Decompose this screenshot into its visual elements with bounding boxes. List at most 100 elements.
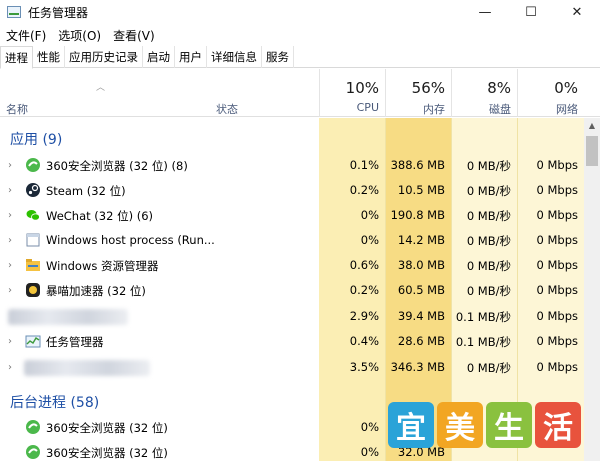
memory-value: 190.8 MB xyxy=(390,208,445,222)
process-name: Windows host process (Run... xyxy=(46,233,215,247)
group-apps-heading[interactable]: 应用 (9) xyxy=(10,129,62,149)
network-value: 0 Mbps xyxy=(536,208,579,222)
redacted-name xyxy=(24,360,150,376)
watermark-char: 美 xyxy=(437,402,483,448)
expand-chevron-icon[interactable]: › xyxy=(8,362,12,373)
task-manager-icon xyxy=(25,335,41,348)
cpu-value: 3.5% xyxy=(349,360,379,374)
tab-services[interactable]: 服务 xyxy=(262,46,294,68)
process-row[interactable]: 2.9% 39.4 MB 0.1 MB/秒 0 Mbps xyxy=(0,304,584,329)
network-label: 网络 xyxy=(556,103,578,116)
memory-value: 388.6 MB xyxy=(390,158,445,172)
window-title: 任务管理器 xyxy=(28,5,89,20)
title-bar: 任务管理器 — ☐ ✕ xyxy=(0,0,600,24)
sort-up-icon[interactable]: ︿ xyxy=(96,80,105,93)
memory-value: 39.4 MB xyxy=(397,309,445,323)
minimize-button[interactable]: — xyxy=(462,0,508,24)
process-name: 暴喵加速器 (32 位) xyxy=(46,284,146,298)
network-value: 0 Mbps xyxy=(536,158,579,172)
watermark-logo: 宜 美 生 活 xyxy=(388,402,584,452)
header-cpu[interactable]: 10% CPU xyxy=(319,69,385,117)
process-name: 任务管理器 xyxy=(46,335,104,349)
header-network[interactable]: 0% 网络 xyxy=(517,69,584,117)
process-name: WeChat (32 位) (6) xyxy=(46,209,154,223)
redacted-name xyxy=(8,309,128,325)
menu-options[interactable]: 选项(O) xyxy=(52,27,107,44)
expand-chevron-icon[interactable]: › xyxy=(8,235,12,246)
process-name: 360安全浏览器 (32 位) (8) xyxy=(46,159,188,173)
disk-value: 0.1 MB/秒 xyxy=(455,335,511,349)
memory-value: 28.6 MB xyxy=(397,334,445,348)
memory-value: 38.0 MB xyxy=(397,258,445,272)
process-row[interactable]: › 3.5% 346.3 MB 0 MB/秒 0 Mbps xyxy=(0,355,584,380)
memory-label: 内存 xyxy=(423,103,445,116)
header-memory[interactable]: 56% 内存 xyxy=(385,69,451,117)
network-value: 0 Mbps xyxy=(536,309,579,323)
disk-value: 0 MB/秒 xyxy=(466,259,511,273)
header-status[interactable]: 状态 xyxy=(216,101,238,117)
header-name[interactable]: 名称 xyxy=(6,101,28,117)
group-background-heading[interactable]: 后台进程 (58) xyxy=(10,392,99,412)
network-value: 0 Mbps xyxy=(536,283,579,297)
process-row[interactable]: › WeChat (32 位) (6) 0% 190.8 MB 0 MB/秒 0… xyxy=(0,203,584,228)
cpu-value: 0% xyxy=(360,233,379,247)
process-name: 360安全浏览器 (32 位) xyxy=(46,421,168,435)
network-percent: 0% xyxy=(554,79,578,97)
network-value: 0 Mbps xyxy=(536,360,579,374)
cpu-value: 0.2% xyxy=(349,283,379,297)
disk-value: 0.1 MB/秒 xyxy=(455,310,511,324)
360-browser-icon xyxy=(26,158,40,172)
watermark-char: 活 xyxy=(535,402,581,448)
window-icon xyxy=(26,233,40,247)
expand-chevron-icon[interactable]: › xyxy=(8,336,12,347)
cpu-value: 0.4% xyxy=(349,334,379,348)
menu-file[interactable]: 文件(F) xyxy=(0,27,52,44)
accelerator-icon xyxy=(26,283,40,297)
close-button[interactable]: ✕ xyxy=(554,0,600,24)
tab-users[interactable]: 用户 xyxy=(175,46,207,68)
process-row[interactable]: › 360安全浏览器 (32 位) (8) 0.1% 388.6 MB 0 MB… xyxy=(0,153,584,178)
memory-value: 60.5 MB xyxy=(397,283,445,297)
tab-performance[interactable]: 性能 xyxy=(33,46,65,68)
network-value: 0 Mbps xyxy=(536,258,579,272)
process-row[interactable]: › Steam (32 位) 0.2% 10.5 MB 0 MB/秒 0 Mbp… xyxy=(0,178,584,203)
360-browser-icon xyxy=(26,445,40,459)
process-row[interactable]: › Windows host process (Run... 0% 14.2 M… xyxy=(0,228,584,253)
task-manager-icon xyxy=(6,4,22,20)
cpu-value: 0.2% xyxy=(349,183,379,197)
menu-bar: 文件(F) 选项(O) 查看(V) xyxy=(0,25,161,45)
tab-details[interactable]: 详细信息 xyxy=(207,46,262,68)
disk-value: 0 MB/秒 xyxy=(466,159,511,173)
expand-chevron-icon[interactable]: › xyxy=(8,285,12,296)
tab-app-history[interactable]: 应用历史记录 xyxy=(65,46,143,68)
expand-chevron-icon[interactable]: › xyxy=(8,185,12,196)
network-value: 0 Mbps xyxy=(536,183,579,197)
header-disk[interactable]: 8% 磁盘 xyxy=(451,69,517,117)
disk-value: 0 MB/秒 xyxy=(466,234,511,248)
tab-startup[interactable]: 启动 xyxy=(143,46,175,68)
cpu-label: CPU xyxy=(356,101,379,114)
watermark-char: 生 xyxy=(486,402,532,448)
process-row[interactable]: › 任务管理器 0.4% 28.6 MB 0.1 MB/秒 0 Mbps xyxy=(0,329,584,354)
expand-chevron-icon[interactable]: › xyxy=(8,160,12,171)
disk-percent: 8% xyxy=(487,79,511,97)
process-row[interactable]: › Windows 资源管理器 0.6% 38.0 MB 0 MB/秒 0 Mb… xyxy=(0,253,584,278)
cpu-value: 0% xyxy=(360,445,379,459)
network-value: 0 Mbps xyxy=(536,334,579,348)
maximize-button[interactable]: ☐ xyxy=(508,0,554,24)
disk-value: 0 MB/秒 xyxy=(466,361,511,375)
vertical-scrollbar[interactable] xyxy=(584,118,600,461)
disk-label: 磁盘 xyxy=(489,103,511,116)
menu-view[interactable]: 查看(V) xyxy=(107,27,161,44)
process-row[interactable]: › 暴喵加速器 (32 位) 0.2% 60.5 MB 0 MB/秒 0 Mbp… xyxy=(0,278,584,303)
tab-processes[interactable]: 进程 xyxy=(0,46,33,69)
scroll-up-icon[interactable]: ▲ xyxy=(584,118,600,134)
expand-chevron-icon[interactable]: › xyxy=(8,260,12,271)
scroll-thumb[interactable] xyxy=(586,136,598,166)
cpu-value: 0% xyxy=(360,420,379,434)
memory-value: 10.5 MB xyxy=(397,183,445,197)
network-value: 0 Mbps xyxy=(536,233,579,247)
expand-chevron-icon[interactable]: › xyxy=(8,210,12,221)
360-browser-icon xyxy=(26,420,40,434)
cpu-value: 0.6% xyxy=(349,258,379,272)
